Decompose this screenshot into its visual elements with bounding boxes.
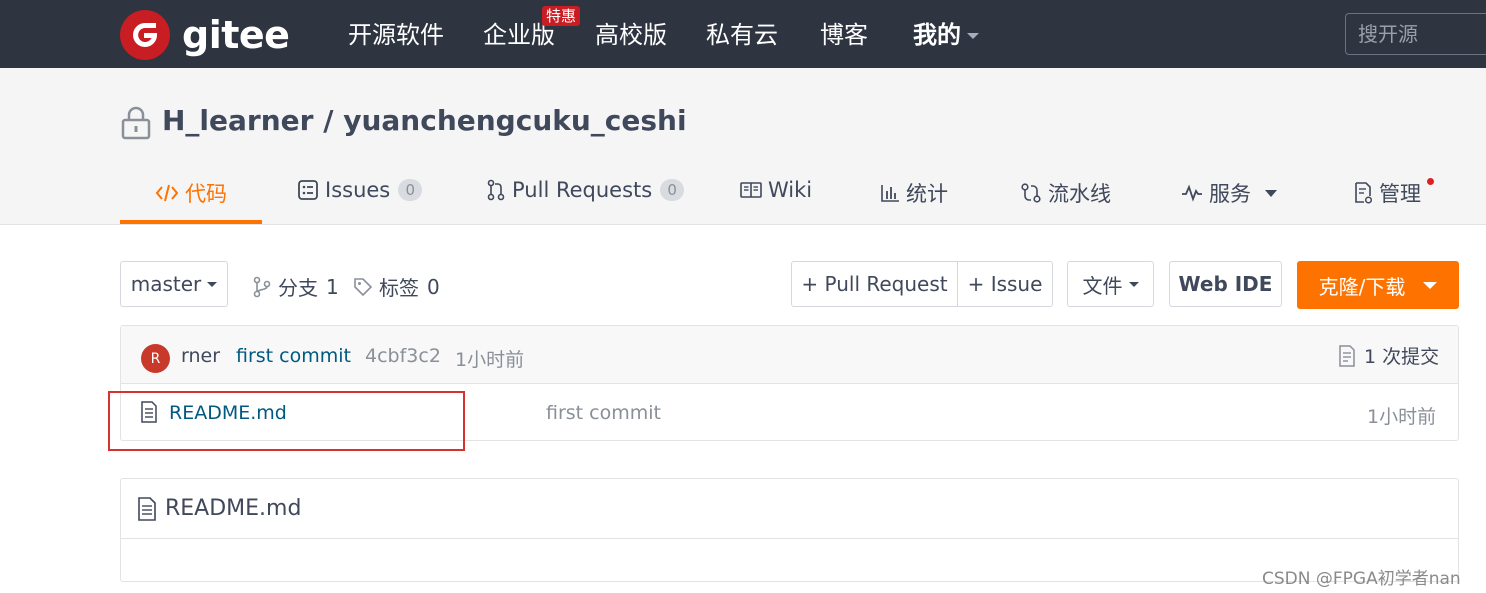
commit-message-link[interactable]: first commit	[236, 345, 351, 367]
avatar[interactable]: R	[141, 344, 170, 373]
tab-service-label: 服务	[1209, 182, 1251, 206]
readme-title: README.md	[165, 496, 302, 521]
tab-pull-requests[interactable]: Pull Requests 0	[486, 178, 685, 202]
top-navbar: gitee 开源软件 企业版 特惠 高校版 私有云 博客 我的	[0, 0, 1486, 68]
code-icon	[155, 184, 179, 202]
branch-select-label: master	[130, 272, 202, 296]
latest-commit-row: R rner first commit 4cbf3c2 1小时前 1 次提交	[121, 326, 1458, 384]
tab-stats[interactable]: 统计	[880, 178, 948, 208]
tab-manage-label: 管理	[1379, 182, 1421, 206]
tab-stats-label: 统计	[906, 182, 948, 206]
nav-mine[interactable]: 我的	[913, 20, 979, 50]
branches-label: 分支	[278, 276, 318, 300]
gitee-logo-text: gitee	[182, 13, 290, 57]
tab-wiki[interactable]: Wiki	[740, 178, 812, 202]
lock-icon	[121, 106, 151, 140]
nav-open-source[interactable]: 开源软件	[348, 20, 444, 50]
commits-count-label: 1 次提交	[1364, 346, 1440, 368]
active-tab-indicator	[120, 220, 262, 224]
file-menu-button[interactable]: 文件	[1067, 261, 1154, 307]
readme-panel: README.md	[120, 478, 1459, 582]
new-pull-request-button[interactable]: + Pull Request	[791, 261, 958, 307]
pull-request-icon	[487, 179, 505, 201]
tab-wiki-label: Wiki	[768, 178, 813, 202]
annotation-highlight-box	[108, 391, 465, 451]
repo-header: H_learner / yuanchengcuku_ceshi 代码 Issue…	[0, 68, 1486, 225]
stats-icon	[881, 185, 899, 202]
issues-count-badge: 0	[398, 179, 423, 201]
commit-hash[interactable]: 4cbf3c2	[365, 345, 441, 367]
gitee-logo[interactable]: gitee	[120, 10, 290, 60]
branches-count: 1	[326, 274, 339, 299]
tab-code[interactable]: 代码	[155, 178, 227, 208]
nav-blog[interactable]: 博客	[820, 20, 868, 50]
tab-code-label: 代码	[185, 182, 227, 206]
tags-link[interactable]: 标签 0	[353, 272, 440, 301]
chevron-down-icon	[967, 33, 979, 39]
clone-download-label: 克隆/下载	[1318, 274, 1406, 299]
commit-time: 1小时前	[455, 349, 525, 371]
watermark-text: CSDN @FPGA初学者nan	[1262, 569, 1461, 589]
wiki-icon	[740, 182, 762, 198]
nav-education[interactable]: 高校版	[595, 20, 667, 50]
chevron-down-icon	[207, 281, 218, 287]
branches-link[interactable]: 分支 1	[252, 272, 339, 301]
nav-private-cloud[interactable]: 私有云	[706, 20, 778, 50]
readme-header: README.md	[121, 479, 1458, 539]
chevron-down-icon	[1128, 281, 1139, 287]
repo-owner-link[interactable]: H_learner	[162, 104, 313, 137]
readme-file-icon	[138, 496, 156, 521]
file-menu-label: 文件	[1082, 273, 1123, 298]
new-issue-button[interactable]: + Issue	[957, 261, 1053, 307]
nav-mine-label: 我的	[913, 21, 961, 49]
tab-pull-requests-label: Pull Requests	[512, 178, 653, 202]
branch-icon	[253, 276, 271, 297]
file-commit-message[interactable]: first commit	[546, 402, 661, 424]
chevron-down-icon	[1265, 189, 1277, 197]
service-icon	[1182, 184, 1202, 202]
tab-service[interactable]: 服务	[1181, 178, 1277, 208]
promo-badge: 特惠	[542, 6, 581, 26]
manage-icon	[1355, 182, 1373, 204]
pipeline-icon	[1021, 183, 1041, 203]
web-ide-button[interactable]: Web IDE	[1169, 261, 1282, 307]
commits-history-icon	[1339, 344, 1355, 367]
repo-title: H_learner / yuanchengcuku_ceshi	[162, 104, 687, 137]
tags-label: 标签	[379, 276, 419, 300]
gitee-logo-icon	[120, 10, 170, 60]
repo-title-separator: /	[313, 104, 344, 137]
chevron-down-icon	[1423, 281, 1438, 289]
pull-requests-count-badge: 0	[660, 179, 685, 201]
search-input[interactable]	[1345, 13, 1486, 55]
tab-manage[interactable]: 管理	[1353, 178, 1421, 208]
tab-issues-label: Issues	[325, 178, 391, 202]
commits-count-link[interactable]: 1 次提交	[1337, 342, 1439, 369]
tags-count: 0	[427, 274, 440, 299]
clone-download-button[interactable]: 克隆/下载	[1297, 261, 1459, 309]
tag-icon	[354, 277, 373, 296]
tab-issues[interactable]: Issues 0	[297, 178, 423, 202]
repo-name-link[interactable]: yuanchengcuku_ceshi	[343, 104, 686, 137]
notification-dot	[1427, 178, 1434, 185]
branch-select[interactable]: master	[120, 261, 228, 307]
commit-author[interactable]: rner	[181, 345, 220, 367]
file-commit-time: 1小时前	[1367, 406, 1437, 428]
issues-icon	[298, 180, 318, 200]
tab-pipeline[interactable]: 流水线	[1020, 178, 1111, 208]
tab-pipeline-label: 流水线	[1048, 182, 1111, 206]
